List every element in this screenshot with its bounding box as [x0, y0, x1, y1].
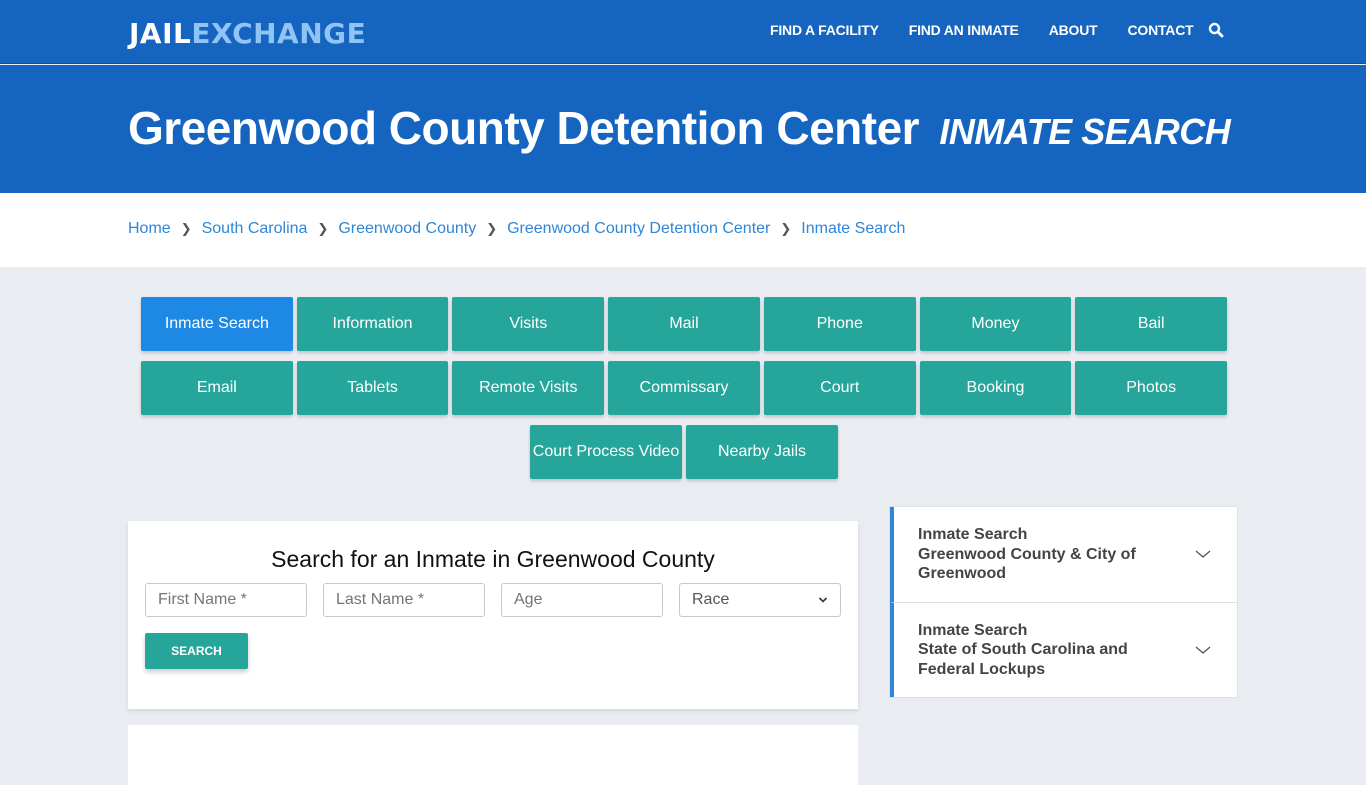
chevron-down-icon[interactable] [1195, 546, 1211, 562]
inmate-search-card: Search for an Inmate in Greenwood County… [128, 521, 858, 709]
breadcrumb-facility[interactable]: Greenwood County Detention Center [507, 220, 770, 238]
tile-money[interactable]: Money [919, 297, 1072, 351]
race-select[interactable]: Race [679, 583, 841, 617]
tile-email[interactable]: Email [140, 361, 293, 415]
page-subtitle: INMATE SEARCH [939, 111, 1231, 152]
tile-row: Inmate Search Information Visits Mail Ph… [139, 297, 1229, 351]
tile-inmate-search[interactable]: Inmate Search [140, 297, 293, 351]
tile-nearby-jails[interactable]: Nearby Jails [686, 425, 838, 479]
chevron-right-icon: ❯ [180, 221, 192, 236]
facility-section-tiles: Inmate Search Information Visits Mail Ph… [139, 297, 1229, 489]
tile-remote-visits[interactable]: Remote Visits [452, 361, 605, 415]
breadcrumb-state[interactable]: South Carolina [202, 220, 308, 238]
breadcrumb-bar: Home ❯ South Carolina ❯ Greenwood County… [0, 193, 1366, 267]
search-heading: Search for an Inmate in Greenwood County [271, 546, 715, 572]
tile-commissary[interactable]: Commissary [608, 361, 760, 415]
chevron-down-icon[interactable] [1195, 642, 1211, 658]
chevron-down-icon [818, 597, 828, 603]
tile-booking[interactable]: Booking [919, 361, 1072, 415]
accordion-item-county[interactable]: Inmate Search Greenwood County & City of… [890, 507, 1237, 602]
content-card [128, 725, 858, 785]
accordion-item-state[interactable]: Inmate Search State of South Carolina an… [890, 601, 1237, 697]
logo-exchange: EXCHANGE [191, 17, 367, 50]
logo-jail: JAIL [129, 17, 192, 50]
hero-banner: Greenwood County Detention Center INMATE… [0, 65, 1366, 193]
tile-court[interactable]: Court [763, 361, 916, 415]
breadcrumb-current[interactable]: Inmate Search [801, 220, 905, 238]
search-accordion: Inmate Search Greenwood County & City of… [889, 506, 1238, 698]
tile-court-process-video[interactable]: Court Process Video [530, 425, 682, 479]
tile-information[interactable]: Information [296, 297, 449, 351]
site-logo[interactable]: JAILEXCHANGE [129, 17, 366, 50]
last-name-input[interactable] [323, 583, 485, 617]
nav-contact[interactable]: CONTACT [1127, 22, 1193, 38]
tile-bail[interactable]: Bail [1075, 297, 1228, 351]
nav-find-facility[interactable]: FIND A FACILITY [770, 22, 879, 38]
tile-photos[interactable]: Photos [1075, 361, 1228, 415]
nav-about[interactable]: ABOUT [1049, 22, 1098, 38]
accordion-subtitle: State of South Carolina and Federal Lock… [918, 641, 1128, 678]
nav-find-inmate[interactable]: FIND AN INMATE [909, 22, 1019, 38]
chevron-right-icon: ❯ [317, 221, 329, 236]
accordion-subtitle: Greenwood County & City of Greenwood [918, 545, 1136, 583]
age-input[interactable] [501, 583, 663, 617]
accordion-title: Inmate Search [918, 621, 1028, 639]
tile-row: Email Tablets Remote Visits Commissary C… [139, 361, 1229, 415]
tile-phone[interactable]: Phone [763, 297, 916, 351]
accordion-title: Inmate Search [918, 526, 1028, 543]
tile-tablets[interactable]: Tablets [296, 361, 449, 415]
top-navbar: JAILEXCHANGE FIND A FACILITY FIND AN INM… [0, 0, 1366, 64]
search-button[interactable]: SEARCH [145, 633, 248, 669]
search-icon[interactable] [1208, 22, 1224, 38]
facility-name: Greenwood County Detention Center [128, 102, 920, 154]
chevron-right-icon: ❯ [486, 221, 498, 236]
breadcrumb: Home ❯ South Carolina ❯ Greenwood County… [128, 220, 905, 238]
race-select-value: Race [692, 591, 730, 608]
page-title: Greenwood County Detention Center INMATE… [128, 101, 1231, 155]
chevron-right-icon: ❯ [780, 221, 792, 236]
tile-row: Court Process Video Nearby Jails [139, 425, 1229, 479]
breadcrumb-home[interactable]: Home [128, 220, 171, 238]
main-nav: FIND A FACILITY FIND AN INMATE ABOUT CON… [770, 22, 1224, 38]
tile-mail[interactable]: Mail [608, 297, 760, 351]
first-name-input[interactable] [145, 583, 307, 617]
tile-visits[interactable]: Visits [452, 297, 605, 351]
breadcrumb-county[interactable]: Greenwood County [338, 220, 476, 238]
search-fields: Race [145, 583, 857, 617]
